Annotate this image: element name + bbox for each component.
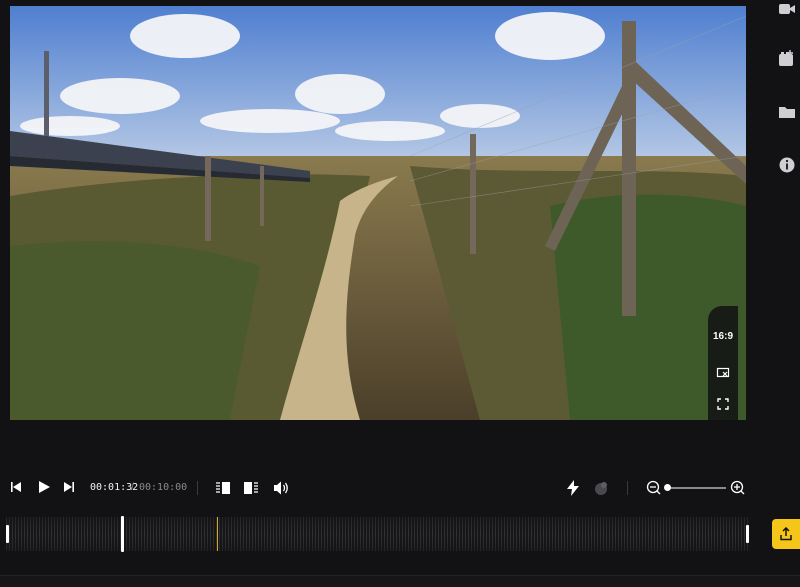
add-clip-icon[interactable]: [778, 50, 796, 68]
volume-icon[interactable]: [273, 480, 290, 496]
playback-controls: 00:01:32 / 00:10:00: [0, 472, 760, 504]
export-button[interactable]: [772, 519, 800, 549]
split-left-icon[interactable]: [215, 480, 231, 496]
divider: [197, 481, 198, 495]
aspect-ratio-button[interactable]: 16:9: [708, 331, 738, 342]
video-frame: [10, 6, 746, 420]
divider: [627, 481, 628, 495]
info-icon[interactable]: [778, 156, 796, 174]
zoom-slider[interactable]: [667, 487, 726, 489]
effects-icon[interactable]: [593, 480, 609, 496]
playhead[interactable]: [121, 516, 124, 552]
timeline-shading: [6, 517, 750, 551]
zoom-slider-handle[interactable]: [664, 484, 671, 491]
play-icon[interactable]: [37, 480, 51, 494]
zoom-out-icon[interactable]: [646, 480, 661, 495]
split-right-icon[interactable]: [243, 480, 259, 496]
preview-controls: 16:9: [708, 306, 738, 420]
fullscreen-icon[interactable]: [716, 397, 730, 411]
total-time: 00:10:00: [139, 482, 188, 493]
video-camera-icon[interactable]: [778, 0, 796, 18]
video-preview[interactable]: 16:9: [10, 6, 746, 420]
trim-handle-end[interactable]: [746, 525, 749, 543]
flash-icon[interactable]: [566, 480, 580, 496]
timeline-track[interactable]: [6, 516, 750, 552]
upload-icon: [780, 527, 792, 541]
skip-forward-icon[interactable]: [63, 481, 75, 493]
skip-back-icon[interactable]: [10, 481, 22, 493]
zoom-in-icon[interactable]: [730, 480, 745, 495]
status-strip: [0, 575, 800, 587]
crop-icon[interactable]: [716, 366, 730, 380]
timeline-marker: [217, 517, 218, 551]
trim-handle-start[interactable]: [6, 525, 9, 543]
time-separator: /: [131, 482, 134, 493]
folder-icon[interactable]: [778, 103, 796, 121]
right-sidebar: [764, 0, 800, 586]
